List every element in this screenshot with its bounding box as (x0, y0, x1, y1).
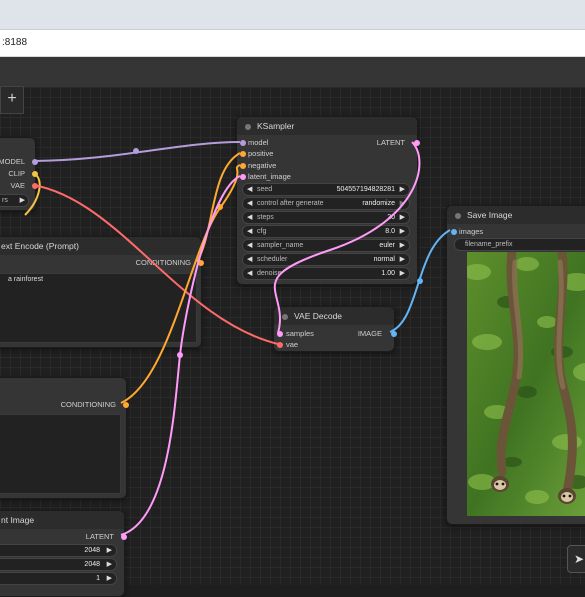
node-title: nt Image (0, 511, 124, 529)
cfg-widget[interactable]: ◀ cfg 8.0 ▶ (242, 225, 410, 238)
arrow-right-icon[interactable]: ▶ (400, 226, 405, 237)
positive-input-socket[interactable] (240, 151, 246, 157)
add-tab-button[interactable]: + (0, 86, 24, 114)
control-after-generate-widget[interactable]: ◀ control after generate randomize ▶ (242, 197, 410, 210)
ckpt-name-widget[interactable]: rs ▶ (0, 194, 29, 207)
vae-output-socket[interactable] (32, 183, 38, 189)
save-image-node[interactable]: Save Image images filename_prefix (446, 205, 585, 525)
output-clip-label: CLIP (8, 169, 25, 178)
output-latent-label: LATENT (85, 532, 114, 541)
cursor-tool-icon[interactable]: ➤ (567, 545, 585, 573)
output-model-label: MODEL (0, 157, 25, 166)
output-latent-label: LATENT (376, 138, 405, 147)
conditioning-output-socket[interactable] (198, 260, 204, 266)
input-samples-label: samples (286, 329, 314, 338)
latent-output-socket[interactable] (414, 140, 420, 146)
url-text: :8188 (2, 37, 28, 48)
vae-input-socket[interactable] (277, 342, 283, 348)
negative-input-socket[interactable] (240, 163, 246, 169)
generated-image-preview (467, 252, 585, 516)
address-bar[interactable]: :8188 (0, 30, 585, 57)
output-conditioning-label: CONDITIONING (135, 258, 191, 267)
input-vae-label: vae (286, 340, 299, 349)
arrow-left-icon[interactable]: ◀ (247, 212, 252, 223)
app-menubar (0, 57, 585, 87)
arrow-right-icon[interactable]: ▶ (400, 184, 405, 195)
output-conditioning-label: CONDITIONING (60, 400, 116, 409)
node-title: ext Encode (Prompt) (0, 237, 201, 255)
arrow-left-icon[interactable]: ◀ (247, 254, 252, 265)
arrow-left-icon[interactable]: ◀ (247, 240, 252, 251)
browser-tab-strip (0, 0, 585, 30)
checkpoint-loader-node[interactable]: MODEL CLIP VAE rs ▶ (0, 137, 38, 211)
arrow-right-icon[interactable]: ▶ (400, 240, 405, 251)
steps-widget[interactable]: ◀ steps 20 ▶ (242, 211, 410, 224)
node-title: VAE Decode (274, 307, 394, 325)
input-negative-label: negative (248, 161, 277, 170)
arrow-right-icon[interactable]: ▶ (400, 254, 405, 265)
image-output-socket[interactable] (391, 331, 397, 337)
arrow-left-icon[interactable]: ◀ (247, 226, 252, 237)
conditioning-output-socket[interactable] (123, 402, 129, 408)
node-title: Save Image (447, 206, 585, 224)
input-images-label: images (459, 227, 484, 236)
input-positive-label: positive (248, 149, 274, 158)
batch-size-widget[interactable]: 1 ▶ (0, 572, 117, 585)
sampler-name-widget[interactable]: ◀ sampler_name euler ▶ (242, 239, 410, 252)
arrow-right-icon[interactable]: ▶ (107, 573, 112, 584)
arrow-left-icon[interactable]: ◀ (247, 198, 252, 209)
sloth-image (467, 252, 585, 516)
prompt-textarea[interactable]: a rainforest (0, 273, 197, 343)
images-input-socket[interactable] (451, 229, 457, 235)
arrow-right-icon[interactable]: ▶ (107, 559, 112, 570)
vae-decode-node[interactable]: VAE Decode samples vae IMAGE (273, 306, 397, 352)
arrow-right-icon[interactable]: ▶ (20, 195, 25, 206)
arrow-right-icon[interactable]: ▶ (400, 268, 405, 279)
height-widget[interactable]: 2048 ▶ (0, 558, 117, 571)
arrow-right-icon[interactable]: ▶ (400, 198, 405, 209)
arrow-left-icon[interactable]: ◀ (247, 184, 252, 195)
arrow-right-icon[interactable]: ▶ (400, 212, 405, 223)
prompt-textarea[interactable] (0, 414, 121, 494)
seed-widget[interactable]: ◀ seed 504557194828281 ▶ (242, 183, 410, 196)
denoise-widget[interactable]: ◀ denoise 1.00 ▶ (242, 267, 410, 280)
model-output-socket[interactable] (32, 159, 38, 165)
empty-latent-image-node[interactable]: nt Image LATENT 2048 ▶ 2048 ▶ 1 ▶ (0, 510, 127, 597)
output-vae-label: VAE (10, 181, 25, 190)
filename-prefix-widget[interactable]: filename_prefix (454, 238, 585, 251)
arrow-right-icon[interactable]: ▶ (107, 545, 112, 556)
clip-text-encode-positive-node[interactable]: ext Encode (Prompt) CONDITIONING a rainf… (0, 236, 204, 348)
scheduler-widget[interactable]: ◀ scheduler normal ▶ (242, 253, 410, 266)
width-widget[interactable]: 2048 ▶ (0, 544, 117, 557)
model-input-socket[interactable] (240, 140, 246, 146)
arrow-left-icon[interactable]: ◀ (247, 268, 252, 279)
samples-input-socket[interactable] (277, 331, 283, 337)
output-image-label: IMAGE (357, 329, 382, 338)
latent-input-socket[interactable] (240, 174, 246, 180)
clip-output-socket[interactable] (32, 171, 38, 177)
clip-text-encode-negative-node[interactable]: CONDITIONING (0, 377, 129, 499)
node-title: KSampler (237, 117, 417, 135)
input-model-label: model (248, 138, 269, 147)
ksampler-node[interactable]: KSampler model positive negative latent_… (236, 116, 420, 285)
input-latent-label: latent_image (248, 172, 291, 181)
latent-output-socket[interactable] (121, 534, 127, 540)
